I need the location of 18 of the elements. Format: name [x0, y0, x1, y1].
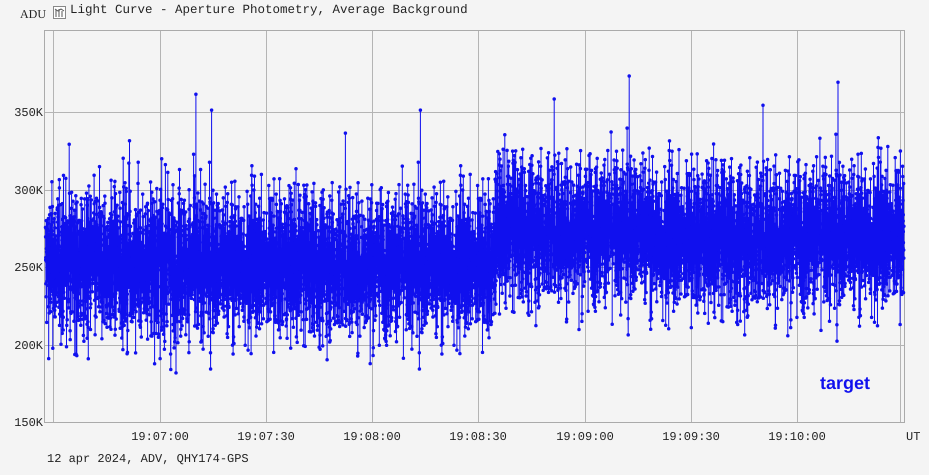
x-tick-label: 19:08:00	[343, 430, 401, 444]
footer-text: 12 apr 2024, ADV, QHY174-GPS	[46, 451, 250, 468]
x-tick-label: 19:08:30	[449, 430, 507, 444]
x-tick-label: 19:07:00	[131, 430, 189, 444]
x-axis-unit: UT	[906, 430, 920, 444]
y-tick-label: 350K	[14, 106, 43, 120]
y-tick-label: 250K	[14, 261, 43, 275]
x-tick-label: 19:07:30	[237, 430, 295, 444]
y-axis-label: ADU	[20, 6, 46, 23]
chart-title: Light Curve - Aperture Photometry, Average Background	[70, 2, 468, 20]
series-label: target	[820, 373, 870, 393]
x-tick-label: 19:09:30	[662, 430, 720, 444]
y-tick-label: 200K	[14, 339, 43, 353]
y-tick-label: 150K	[14, 416, 43, 430]
y-tick-label: 300K	[14, 184, 43, 198]
chart-icon	[53, 6, 66, 19]
x-tick-label: 19:09:00	[556, 430, 614, 444]
x-tick-label: 19:10:00	[768, 430, 826, 444]
